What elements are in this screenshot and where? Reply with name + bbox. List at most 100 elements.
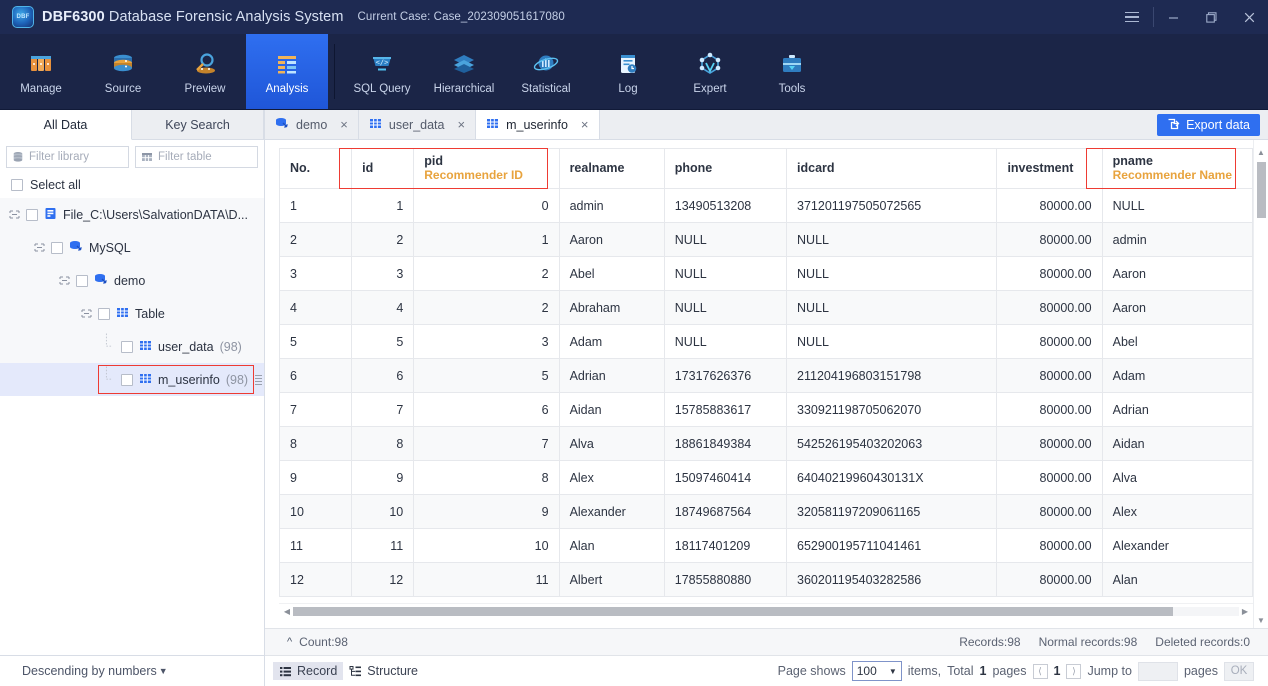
export-data-button[interactable]: Export data bbox=[1157, 113, 1260, 136]
collapse-icon[interactable] bbox=[9, 209, 20, 220]
tree-branch-end-icon bbox=[104, 366, 115, 385]
tree-item-mysql[interactable]: MySQL bbox=[0, 231, 264, 264]
vscroll-thumb[interactable] bbox=[1256, 162, 1266, 218]
tree-checkbox[interactable] bbox=[26, 208, 38, 221]
toolbar-item-analysis[interactable]: Analysis bbox=[246, 34, 328, 109]
restore-icon[interactable] bbox=[1192, 0, 1230, 34]
col-header-phone[interactable]: phone bbox=[663, 148, 788, 189]
file-db-icon bbox=[44, 207, 57, 223]
table-row[interactable]: 7 7 6 Aidan 15785883617 3309211987050620… bbox=[278, 392, 1253, 427]
table-row[interactable]: 1 1 0 admin 13490513208 3712011975050725… bbox=[278, 188, 1253, 223]
caret-down-icon[interactable]: ▼ bbox=[889, 667, 897, 676]
view-toggle-record[interactable]: Record bbox=[273, 662, 344, 680]
doc-tab-label: m_userinfo bbox=[506, 117, 568, 132]
tree-checkbox[interactable] bbox=[121, 340, 133, 353]
minimize-icon[interactable] bbox=[1154, 0, 1192, 34]
tree-item-file[interactable]: File_C:\Users\SalvationDATA\D... bbox=[0, 198, 264, 231]
resize-grip[interactable] bbox=[255, 374, 262, 385]
cell-investment: 80000.00 bbox=[996, 358, 1103, 393]
svg-text:</>: </> bbox=[376, 58, 389, 66]
toolbar-item-log[interactable]: Log bbox=[587, 34, 669, 109]
table-row[interactable]: 6 6 5 Adrian 17317626376 211204196803151… bbox=[278, 358, 1253, 393]
cell-pid: 5 bbox=[413, 358, 560, 393]
tree-checkbox[interactable] bbox=[98, 307, 110, 320]
col-header-no[interactable]: No. bbox=[278, 148, 353, 189]
select-all-checkbox[interactable] bbox=[11, 179, 23, 191]
col-header-pid[interactable]: pid Recommender ID bbox=[413, 148, 560, 189]
col-header-id[interactable]: id bbox=[351, 148, 415, 189]
table-row[interactable]: 5 5 3 Adam NULL NULL 80000.00 Abel bbox=[278, 324, 1253, 359]
cell-realname: Abel bbox=[558, 256, 665, 291]
toolbar-item-manage[interactable]: Manage bbox=[0, 34, 82, 109]
table-row[interactable]: 4 4 2 Abraham NULL NULL 80000.00 Aaron bbox=[278, 290, 1253, 325]
table-row[interactable]: 11 11 10 Alan 18117401209 65290019571104… bbox=[278, 528, 1253, 563]
table-row[interactable]: 10 10 9 Alexander 18749687564 3205811972… bbox=[278, 494, 1253, 529]
table-row[interactable]: 2 2 1 Aaron NULL NULL 80000.00 admin bbox=[278, 222, 1253, 257]
table-row[interactable]: 9 9 8 Alex 15097460414 64040219960430131… bbox=[278, 460, 1253, 495]
cell-idcard: NULL bbox=[786, 256, 998, 291]
sort-order-selector[interactable]: Descending by numbers ▼ bbox=[0, 655, 264, 686]
collapse-icon[interactable] bbox=[81, 308, 92, 319]
tab-all-data[interactable]: All Data bbox=[0, 110, 132, 140]
table-row[interactable]: 8 8 7 Alva 18861849384 54252619540320206… bbox=[278, 426, 1253, 461]
col-header-idcard[interactable]: idcard bbox=[786, 148, 998, 189]
toolbar-item-sql-query[interactable]: </> SQL Query bbox=[341, 34, 423, 109]
tree-checkbox[interactable] bbox=[121, 373, 133, 386]
chevron-right-icon[interactable]: ⟩ bbox=[1066, 663, 1082, 679]
main-toolbar: Manage Source Preview Analysis </> SQL Q… bbox=[0, 34, 1268, 110]
toolbar-item-expert[interactable]: Expert bbox=[669, 34, 751, 109]
col-header-investment[interactable]: investment bbox=[996, 148, 1103, 189]
jump-to-input[interactable] bbox=[1137, 661, 1178, 681]
cell-pid: 0 bbox=[413, 188, 560, 223]
toolbar-item-hierarchical[interactable]: Hierarchical bbox=[423, 34, 505, 109]
scroll-left-icon[interactable]: ◀ bbox=[281, 607, 293, 616]
collapse-icon[interactable] bbox=[59, 275, 70, 286]
toolbar-item-preview[interactable]: Preview bbox=[164, 34, 246, 109]
doc-tab-user-data[interactable]: user_data × bbox=[359, 110, 477, 139]
tree-item-demo[interactable]: demo bbox=[0, 264, 264, 297]
caret-down-icon[interactable]: ▼ bbox=[159, 666, 168, 676]
data-grid-scroll[interactable]: No. id pid Recommender ID realname phone… bbox=[265, 140, 1253, 628]
vertical-scrollbar[interactable]: ▲ ▼ bbox=[1253, 140, 1268, 628]
scroll-right-icon[interactable]: ▶ bbox=[1239, 607, 1251, 616]
cell-investment: 80000.00 bbox=[996, 324, 1103, 359]
cell-id: 6 bbox=[351, 358, 415, 393]
tree-item-m-userinfo[interactable]: m_userinfo (98) bbox=[0, 363, 264, 396]
close-icon[interactable]: × bbox=[581, 117, 589, 132]
scroll-down-icon[interactable]: ▼ bbox=[1257, 616, 1265, 628]
cell-pname: Alan bbox=[1101, 562, 1253, 597]
hscroll-track[interactable] bbox=[293, 607, 1239, 616]
horizontal-scrollbar[interactable]: ◀ ▶ bbox=[279, 603, 1253, 619]
cell-id: 9 bbox=[351, 460, 415, 495]
hscroll-thumb[interactable] bbox=[293, 607, 1173, 616]
tree-checkbox[interactable] bbox=[51, 241, 63, 254]
toolbar-item-tools[interactable]: Tools bbox=[751, 34, 833, 109]
filter-table-input[interactable]: Filter table bbox=[135, 146, 258, 168]
select-all-row[interactable]: Select all bbox=[0, 172, 264, 198]
collapse-icon[interactable] bbox=[34, 242, 45, 253]
tree-item-user-data[interactable]: user_data (98) bbox=[0, 330, 264, 363]
close-icon[interactable] bbox=[1230, 0, 1268, 34]
chevron-up-icon[interactable]: ^ bbox=[287, 636, 292, 648]
view-toggle-structure[interactable]: Structure bbox=[343, 662, 424, 680]
hamburger-icon[interactable] bbox=[1111, 0, 1153, 34]
close-icon[interactable]: × bbox=[457, 117, 465, 132]
chevron-left-icon[interactable]: ⟨ bbox=[1032, 663, 1048, 679]
toolbar-item-statistical[interactable]: Statistical bbox=[505, 34, 587, 109]
tab-key-search[interactable]: Key Search bbox=[132, 110, 264, 139]
doc-tab-demo[interactable]: demo × bbox=[265, 110, 359, 139]
tree-checkbox[interactable] bbox=[76, 274, 88, 287]
doc-tab-m-userinfo[interactable]: m_userinfo × bbox=[476, 110, 600, 139]
close-icon[interactable]: × bbox=[340, 117, 348, 132]
table-row[interactable]: 3 3 2 Abel NULL NULL 80000.00 Aaron bbox=[278, 256, 1253, 291]
vscroll-track[interactable] bbox=[1256, 162, 1266, 614]
toolbar-item-source[interactable]: Source bbox=[82, 34, 164, 109]
filter-library-input[interactable]: Filter library bbox=[6, 146, 129, 168]
scroll-up-icon[interactable]: ▲ bbox=[1257, 148, 1265, 160]
table-row[interactable]: 12 12 11 Albert 17855880880 360201195403… bbox=[278, 562, 1253, 597]
col-header-pname[interactable]: pname Recommender Name bbox=[1101, 148, 1253, 189]
tree-item-table[interactable]: Table bbox=[0, 297, 264, 330]
col-header-realname[interactable]: realname bbox=[558, 148, 665, 189]
page-size-select[interactable]: 100 ▼ bbox=[851, 661, 902, 681]
jump-ok-button[interactable]: OK bbox=[1224, 661, 1254, 681]
